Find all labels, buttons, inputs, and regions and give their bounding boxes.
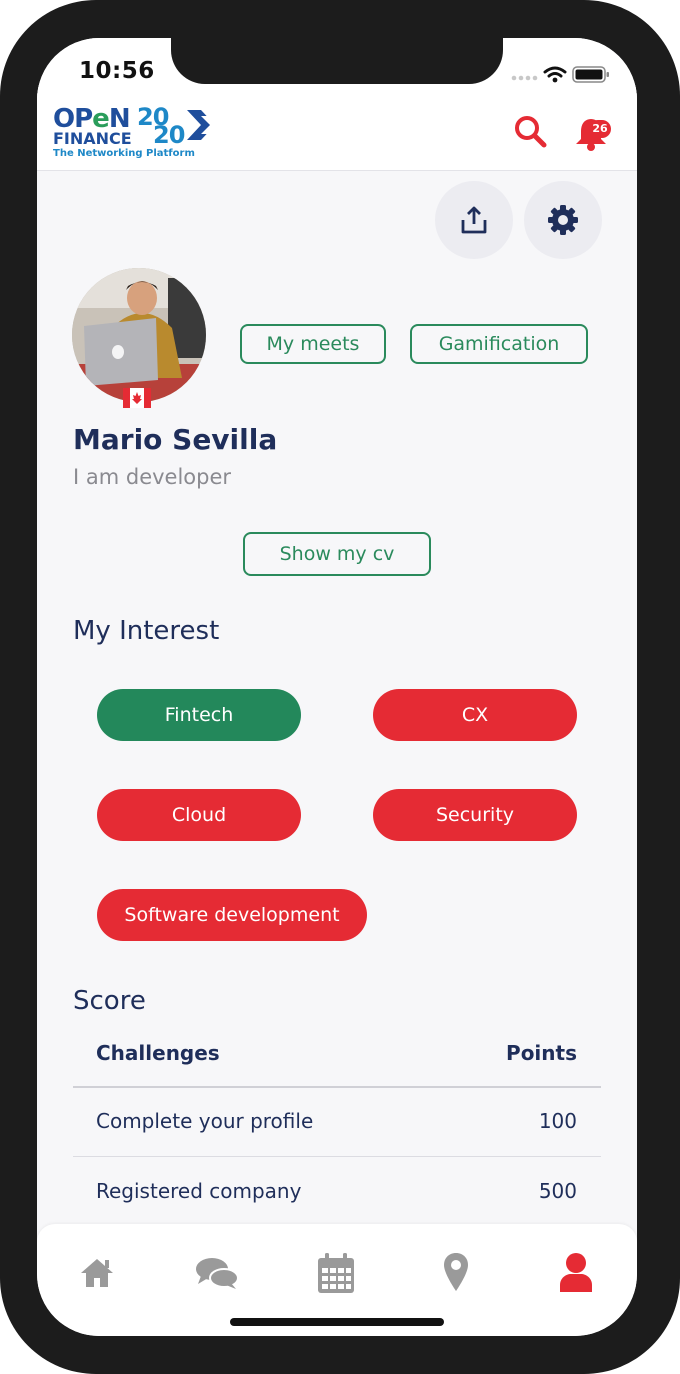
notch — [171, 38, 503, 84]
logo-tagline: The Networking Platform — [53, 148, 195, 159]
gamification-button[interactable]: Gamification — [410, 324, 588, 364]
score-row-challenge: Complete your profile — [96, 1109, 314, 1133]
score-header-points: Points — [506, 1041, 577, 1065]
home-icon[interactable] — [79, 1256, 115, 1290]
gear-icon — [548, 205, 578, 235]
interest-pill-security[interactable]: Security — [373, 789, 577, 841]
score-row-divider — [73, 1156, 601, 1157]
open-finance-logo[interactable]: OPeN FINANCE 20 20 The Networking Platfo… — [53, 105, 229, 162]
status-time: 10:56 — [79, 58, 155, 84]
user-icon[interactable] — [559, 1252, 593, 1292]
score-row-points: 500 — [538, 1179, 577, 1203]
interest-pill-fintech[interactable]: Fintech — [97, 689, 301, 741]
share-icon — [461, 206, 487, 234]
interest-pill-cloud[interactable]: Cloud — [97, 789, 301, 841]
logo-number-bottom: 20 — [153, 121, 185, 149]
score-row-points: 100 — [538, 1109, 577, 1133]
profile-role: I am developer — [73, 465, 232, 489]
status-icons — [511, 66, 609, 83]
score-header-challenges: Challenges — [96, 1041, 220, 1065]
chat-icon[interactable] — [195, 1256, 239, 1292]
my-meets-button[interactable]: My meets — [240, 324, 386, 364]
cellular-signal-icon — [511, 75, 538, 81]
home-indicator[interactable] — [230, 1318, 444, 1326]
profile-name: Mario Sevilla — [73, 423, 278, 456]
map-pin-icon[interactable] — [443, 1252, 469, 1292]
phone-frame: 10:56 OPeN FINANCE 20 20 The Networking … — [0, 0, 680, 1374]
score-header-divider — [73, 1086, 601, 1088]
battery-icon — [572, 66, 609, 83]
search-icon[interactable] — [513, 114, 547, 148]
logo-text-finance: FINANCE — [53, 129, 132, 148]
interests-title: My Interest — [73, 616, 220, 646]
avatar-photo — [72, 268, 206, 402]
interest-pill-software-development[interactable]: Software development — [97, 889, 367, 941]
app-header: OPeN FINANCE 20 20 The Networking Platfo… — [37, 84, 637, 171]
notification-badge: 26 — [589, 120, 611, 138]
score-row-challenge: Registered company — [96, 1179, 302, 1203]
logo-arrow-icon — [187, 110, 216, 140]
calendar-icon[interactable] — [317, 1252, 355, 1294]
show-cv-button[interactable]: Show my cv — [243, 532, 431, 576]
app-screen: 10:56 OPeN FINANCE 20 20 The Networking … — [37, 38, 637, 1336]
settings-button[interactable] — [524, 181, 602, 259]
canada-flag — [123, 388, 151, 408]
interest-pill-cx[interactable]: CX — [373, 689, 577, 741]
wifi-icon — [543, 66, 567, 78]
avatar[interactable] — [72, 268, 206, 402]
share-button[interactable] — [435, 181, 513, 259]
score-title: Score — [73, 986, 146, 1016]
